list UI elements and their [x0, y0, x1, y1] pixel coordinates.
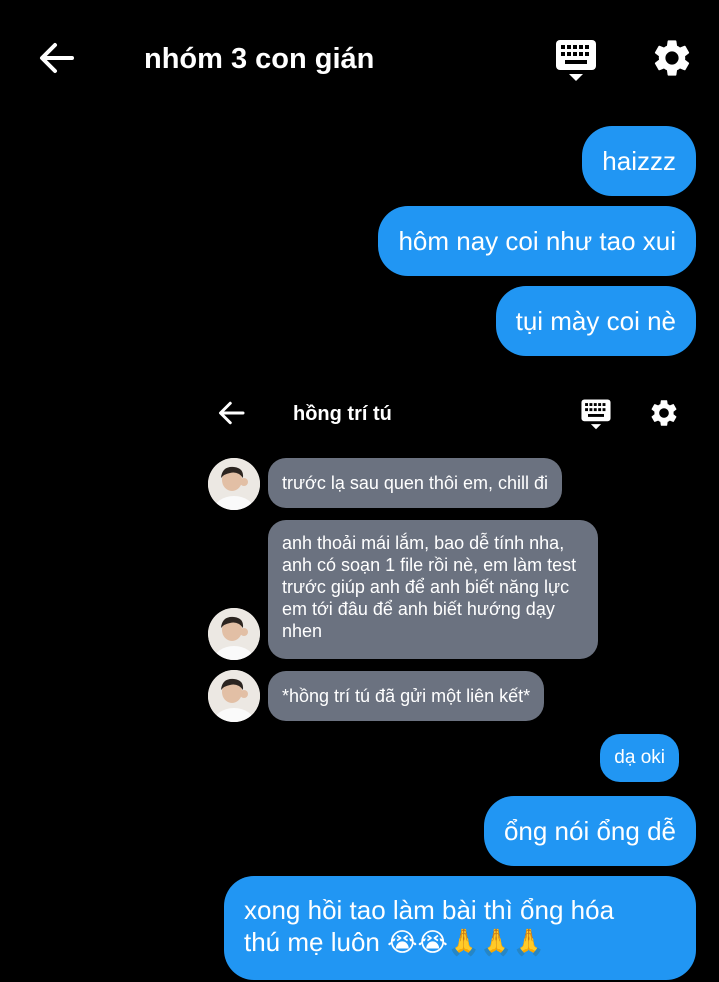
avatar-photo [208, 458, 260, 510]
sent-message[interactable]: hôm nay coi như tao xui [378, 206, 696, 276]
avatar-photo [208, 670, 260, 722]
avatar-photo [208, 608, 260, 660]
received-message: *hồng trí tú đã gửi một liên kết* [268, 671, 545, 721]
avatar [208, 458, 260, 510]
sent-message[interactable]: xong hồi tao làm bài thì ổng hóa thú mẹ … [224, 876, 696, 980]
arrow-left-icon [219, 401, 245, 425]
gear-icon [654, 40, 690, 76]
sent-message[interactable]: tụi mày coi nè [495, 286, 696, 356]
arrow-left-icon [40, 43, 74, 73]
back-button[interactable] [36, 38, 76, 78]
embedded-sent-message: dạ oki [600, 734, 679, 782]
avatar [208, 670, 260, 722]
chat-title: nhóm 3 con gián [144, 43, 375, 75]
keyboard-hide-icon [581, 399, 611, 430]
sent-message[interactable]: ổng nói ổng dễ [483, 796, 696, 866]
settings-button[interactable] [650, 36, 694, 80]
sent-message[interactable]: haizzz [582, 126, 696, 196]
keyboard-button[interactable] [554, 38, 598, 82]
sent-message-line: xong hồi tao làm bài thì ổng hóa [244, 895, 615, 925]
received-message: trước lạ sau quen thôi em, chill đi [268, 458, 562, 508]
keyboard-hide-icon [556, 40, 596, 81]
embedded-back-icon [216, 398, 246, 428]
embedded-chat-title: hồng trí tú [293, 403, 392, 425]
embedded-gear-icon [648, 397, 680, 429]
avatar [208, 608, 260, 660]
received-message: anh thoải mái lắm, bao dễ tính nha, anh … [268, 520, 598, 659]
embedded-keyboard-icon [580, 398, 612, 430]
sent-message-line: thú mẹ luôn 😭😭🙏🙏🙏 [244, 927, 545, 957]
gear-icon [651, 400, 677, 426]
